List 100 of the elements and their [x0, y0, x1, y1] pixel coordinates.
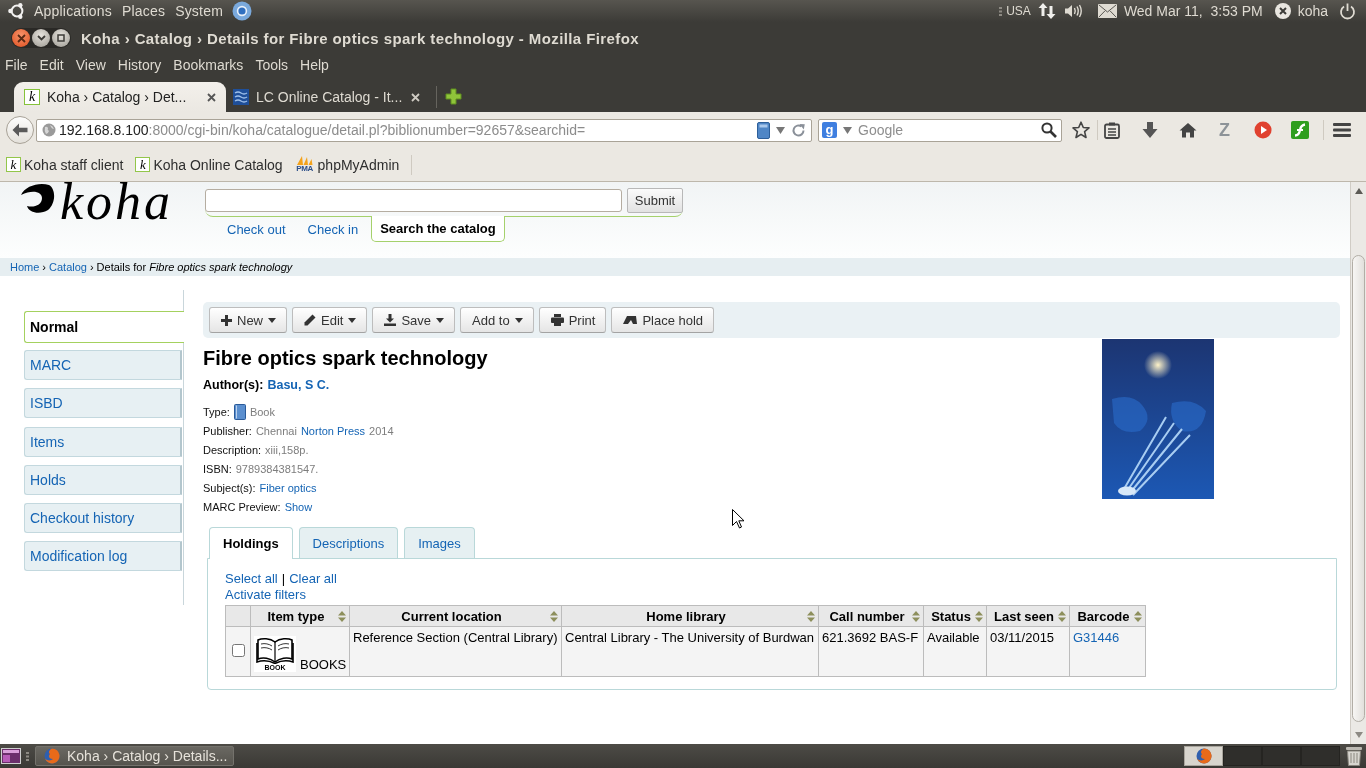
sidebar-tab[interactable]: Items: [24, 426, 182, 457]
author-link[interactable]: Basu, S C.: [267, 377, 330, 393]
selection-link[interactable]: Select all: [225, 571, 278, 587]
filters-link[interactable]: Activate filters: [225, 587, 306, 603]
workspace-tile[interactable]: [1301, 746, 1340, 766]
ring-dots-icon[interactable]: [8, 2, 26, 20]
clock[interactable]: Wed Mar 11, 3:53 PM: [1123, 3, 1263, 19]
sort-arrows-icon[interactable]: [1058, 610, 1066, 622]
edit-button[interactable]: Edit: [292, 307, 368, 333]
book-icon[interactable]: [757, 121, 770, 139]
menu-item[interactable]: Help: [295, 57, 334, 73]
power-icon[interactable]: [1339, 2, 1356, 20]
menu-item[interactable]: History: [112, 57, 167, 73]
workspace-tile[interactable]: [1262, 746, 1301, 766]
user-name[interactable]: koha: [1297, 3, 1328, 19]
up-down-arrows-icon[interactable]: [1037, 2, 1056, 20]
sidebar-tab[interactable]: Normal: [24, 311, 184, 343]
sphere-icon[interactable]: [232, 1, 252, 21]
sort-arrows-icon[interactable]: [338, 610, 346, 622]
barcode-link[interactable]: G31446: [1073, 630, 1120, 645]
nav-tab[interactable]: Check in: [296, 217, 370, 242]
nav-tab[interactable]: Search the catalog: [371, 216, 505, 242]
home-icon[interactable]: [1179, 122, 1197, 138]
close-button[interactable]: [12, 29, 30, 47]
envelope-icon[interactable]: [1097, 4, 1117, 18]
sidebar-tab[interactable]: ISBD: [24, 388, 182, 419]
menu-item[interactable]: Tools: [250, 57, 294, 73]
back-button[interactable]: [6, 116, 34, 144]
menu-item[interactable]: Bookmarks: [168, 57, 249, 73]
clipboard-list-icon[interactable]: [1104, 121, 1120, 139]
place-hold-button[interactable]: Place hold: [611, 307, 715, 333]
minimize-button[interactable]: [32, 29, 50, 47]
panel-menu[interactable]: Places: [116, 3, 171, 19]
nav-tab[interactable]: Check out: [216, 217, 297, 242]
desktop-icon[interactable]: [1, 748, 21, 764]
keyboard-layout-indicator[interactable]: USA: [1006, 4, 1031, 18]
column-header[interactable]: Status: [923, 605, 987, 627]
panel-menu[interactable]: System: [170, 3, 228, 19]
detail-tab[interactable]: Descriptions: [298, 527, 399, 558]
bookmark-item[interactable]: PMA phpMyAdmin: [294, 156, 400, 173]
menu-item[interactable]: Edit: [34, 57, 69, 73]
workspace-tile[interactable]: [1184, 746, 1223, 766]
status-circle-icon[interactable]: [1273, 2, 1292, 20]
catalog-search-field[interactable]: [205, 189, 622, 212]
workspace-tile[interactable]: [1223, 746, 1262, 766]
scrollbar[interactable]: [1350, 182, 1366, 744]
scroll-up-arrow-icon[interactable]: [1354, 188, 1363, 194]
sort-arrows-icon[interactable]: [1134, 610, 1142, 622]
sidebar-tab[interactable]: Modification log: [24, 541, 182, 572]
taskbar-button[interactable]: Koha › Catalog › Details...: [35, 746, 234, 766]
search-icon[interactable]: [1041, 122, 1057, 138]
sidebar-tab[interactable]: Holds: [24, 464, 182, 495]
column-header[interactable]: Item type: [250, 605, 350, 627]
breadcrumb-link[interactable]: Home: [10, 261, 40, 273]
sort-arrows-icon[interactable]: [912, 610, 920, 622]
sort-arrows-icon[interactable]: [550, 610, 558, 622]
play-circle-icon[interactable]: [1254, 121, 1272, 139]
panel-menu[interactable]: Applications: [29, 3, 117, 19]
selection-link[interactable]: Clear all: [289, 571, 337, 587]
menu-item[interactable]: View: [70, 57, 111, 73]
submit-button[interactable]: Submit: [627, 188, 683, 213]
field-link[interactable]: Norton Press: [300, 424, 366, 437]
sidebar-tab[interactable]: Checkout history: [24, 503, 182, 534]
dropdown-triangle-icon[interactable]: [776, 126, 785, 134]
close-icon[interactable]: [207, 92, 216, 102]
print-button[interactable]: Print: [538, 307, 607, 333]
trash-icon[interactable]: [1345, 746, 1363, 766]
scroll-down-arrow-icon[interactable]: [1354, 732, 1363, 738]
sort-arrows-icon[interactable]: [807, 610, 815, 622]
field-link[interactable]: Fiber optics: [259, 481, 317, 494]
detail-tab[interactable]: Images: [404, 527, 475, 558]
detail-tab[interactable]: Holdings: [209, 527, 293, 559]
maximize-button[interactable]: [52, 29, 70, 47]
column-header[interactable]: Home library: [561, 605, 819, 627]
squiggle-tile-icon[interactable]: [1291, 121, 1309, 139]
save-button[interactable]: Save: [372, 307, 456, 333]
column-header[interactable]: Current location: [349, 605, 562, 627]
plus-icon[interactable]: [445, 88, 462, 105]
add-to-button[interactable]: Add to: [460, 307, 534, 333]
download-arrow-icon[interactable]: [1142, 121, 1158, 139]
sidebar-tab[interactable]: MARC: [24, 350, 182, 380]
engine-badge[interactable]: g: [822, 122, 837, 138]
reload-icon[interactable]: [791, 122, 806, 138]
sort-arrows-icon[interactable]: [975, 610, 983, 622]
row-checkbox[interactable]: [231, 643, 245, 657]
search-field[interactable]: g Google: [818, 118, 1062, 142]
scrollbar-thumb[interactable]: [1352, 255, 1365, 722]
field-link[interactable]: Show: [284, 500, 313, 513]
breadcrumb-link[interactable]: Catalog: [49, 261, 87, 273]
speaker-icon[interactable]: [1063, 3, 1084, 19]
browser-tab[interactable]: LC Online Catalog - It...: [226, 82, 430, 112]
column-header[interactable]: Last seen: [986, 605, 1070, 627]
address-field[interactable]: 192.168.8.100:8000/cgi-bin/koha/catalogue/detail.pl?biblionumber=92657&searchid=: [36, 118, 812, 142]
browser-tab[interactable]: k Koha › Catalog › Det...: [14, 82, 226, 112]
column-header[interactable]: Call number: [818, 605, 924, 627]
bookmark-item[interactable]: k Koha Online Catalog: [135, 156, 283, 173]
menu-item[interactable]: File: [0, 57, 33, 73]
star-icon[interactable]: [1072, 121, 1090, 139]
bookmark-item[interactable]: k Koha staff client: [6, 156, 124, 173]
new-button[interactable]: New: [209, 307, 287, 333]
